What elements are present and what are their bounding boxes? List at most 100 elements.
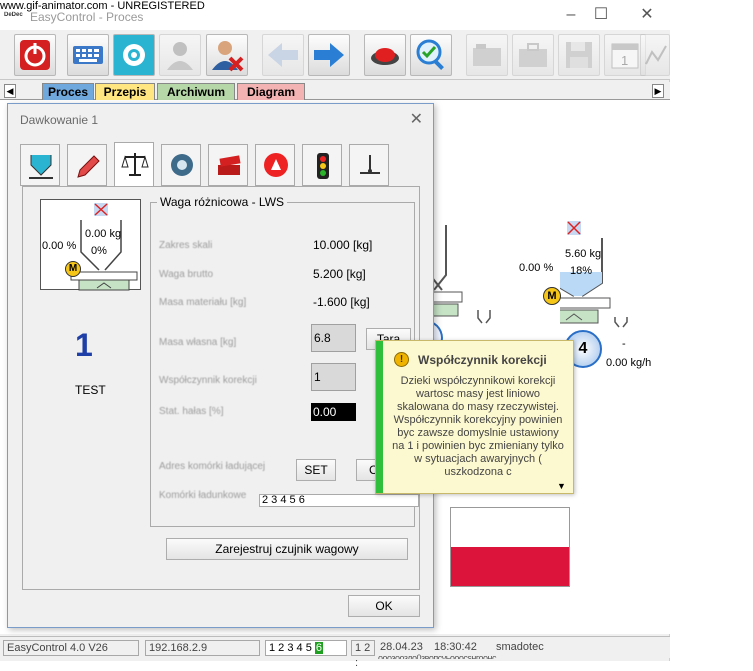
set-button[interactable]: SET — [296, 459, 336, 481]
status-garbled-text: ооозооздо0звопсуьооосsнгоонс — [378, 654, 496, 659]
briefcase-button[interactable] — [512, 34, 554, 76]
load-cells-label: Komórki ładunkowe — [159, 490, 247, 501]
keyboard-icon — [73, 46, 103, 64]
polish-flag — [450, 507, 570, 587]
open-button[interactable] — [466, 34, 508, 76]
material-mass-value: -1.600 [kg] — [313, 295, 370, 309]
main-tabs: ◀ Proces Przepis Archiwum Diagram ▶ — [0, 82, 670, 100]
tooltip-accent-bar — [376, 341, 383, 493]
briefcase-icon — [519, 43, 547, 67]
forward-button[interactable] — [308, 34, 350, 76]
status-cells-list: 1 2 3 4 5 — [269, 642, 312, 654]
scale-pictogram: 0.00 % 0.00 kg 0% M — [40, 199, 141, 291]
settings-button[interactable] — [113, 34, 155, 76]
svg-text:1: 1 — [621, 53, 628, 68]
unit4-percent: 0.00 % — [519, 262, 554, 274]
close-icon[interactable]: ✕ — [632, 4, 662, 26]
user-remove-button[interactable] — [206, 34, 248, 76]
scale-percent: 0.00 % — [42, 240, 77, 252]
tab-przepis[interactable]: Przepis — [95, 83, 155, 100]
flag-white-stripe — [451, 508, 569, 547]
user-icon — [167, 42, 193, 70]
status-version: EasyControl 4.0 V26 — [3, 640, 139, 656]
save-button[interactable] — [558, 34, 600, 76]
chart-button[interactable] — [640, 34, 670, 76]
lws-group-title: Waga różnicowa - LWS — [157, 195, 288, 209]
tare-label: Masa własna [kg] — [159, 337, 237, 348]
noise-field[interactable]: 0.00 — [311, 403, 356, 421]
noise-label: Stat. hałas [%] — [159, 406, 224, 417]
tab-archiwum[interactable]: Archiwum — [157, 83, 235, 100]
window-title: EasyControl - Proces — [30, 10, 144, 24]
tab-hopper[interactable] — [20, 144, 60, 186]
balance-icon — [360, 155, 380, 174]
record-icon — [371, 48, 399, 65]
info-tooltip: ! Współczynnik korekcji Dzieki współczyn… — [375, 340, 574, 494]
search-check-button[interactable] — [410, 34, 452, 76]
dialog-body: 0.00 % 0.00 kg 0% M 1 TEST Waga różnicow… — [22, 186, 420, 590]
tare-field[interactable]: 6.8 — [311, 324, 356, 352]
traffic-light-icon — [317, 153, 329, 179]
warning-icon: ! — [394, 352, 409, 367]
correction-coefficient-field[interactable]: 1 — [311, 363, 356, 391]
watermark-text: www.gif-animator.com - UNREGISTERED — [0, 0, 205, 12]
search-check-icon — [416, 39, 444, 70]
unit4-flow: 0.00 kg/h — [606, 357, 652, 369]
scales-icon — [121, 153, 149, 176]
maximize-icon[interactable]: ☐ — [586, 4, 616, 26]
load-cells-field[interactable]: 2 3 4 5 6 — [259, 494, 419, 507]
tab-books[interactable] — [208, 144, 248, 186]
record-button[interactable] — [364, 34, 406, 76]
tab-pencil[interactable] — [67, 144, 107, 186]
books-icon — [218, 155, 241, 175]
tab-balance[interactable] — [349, 144, 389, 186]
status-cell-active: 6 — [314, 642, 324, 654]
material-mass-label: Masa materiału [kg] — [159, 297, 247, 308]
status-cells: 1 2 3 4 5 6 — [265, 640, 347, 656]
status-bar: EasyControl 4.0 V26 192.168.2.9 1 2 3 4 … — [0, 636, 670, 669]
scale-number: 1 — [75, 327, 93, 363]
minimize-icon[interactable]: – — [556, 4, 586, 26]
scale-fill: 0% — [91, 245, 107, 257]
tab-traffic-light[interactable] — [302, 144, 342, 186]
save-icon — [566, 42, 592, 68]
user-remove-icon — [212, 41, 244, 72]
keyboard-button[interactable] — [67, 34, 109, 76]
tabs-scroll-right-icon[interactable]: ▶ — [652, 84, 664, 98]
range-label: Zakres skali — [159, 240, 213, 251]
power-icon — [20, 40, 50, 70]
back-button[interactable] — [262, 34, 304, 76]
pencil-icon — [77, 155, 100, 178]
alarm-icon — [264, 153, 288, 177]
tab-proces[interactable]: Proces — [42, 83, 94, 100]
power-button[interactable] — [14, 34, 56, 76]
motor-indicator: M — [65, 261, 81, 277]
range-value: 10.000 [kg] — [313, 238, 373, 252]
ok-button[interactable]: OK — [348, 595, 420, 617]
status-field: 1 2 : — [351, 640, 375, 669]
motor-indicator-4: M — [543, 287, 561, 305]
tab-scales[interactable] — [114, 142, 154, 188]
correction-coefficient-label: Współczynnik korekcji — [159, 375, 257, 386]
gross-weight-value: 5.200 [kg] — [313, 267, 366, 281]
tooltip-scroll-down-icon[interactable]: ▼ — [557, 481, 566, 491]
dosing-dialog: Dawkowanie 1 ✕ 0.00 % 0.00 kg 0% M 1 TES… — [7, 103, 434, 628]
tab-alarm[interactable] — [255, 144, 295, 186]
app-window: DeDec EasyControl - Proces – ☐ ✕ www.gif… — [0, 0, 670, 669]
open-folder-icon — [473, 44, 501, 66]
unit4-fill: 18% — [570, 265, 593, 277]
app-logo: DeDec — [4, 12, 23, 18]
dialog-close-icon[interactable]: ✕ — [410, 109, 423, 129]
tab-diagram[interactable]: Diagram — [237, 83, 305, 100]
user-button[interactable] — [159, 34, 201, 76]
gear-icon — [171, 154, 193, 176]
arrow-right-icon — [314, 43, 344, 67]
tabs-scroll-left-icon[interactable]: ◀ — [4, 84, 16, 98]
chart-icon — [645, 45, 667, 65]
scale-unit-4 — [560, 221, 628, 328]
toolbar: 1 — [0, 30, 670, 80]
tab-gear[interactable] — [161, 144, 201, 186]
register-sensor-button[interactable]: Zarejestruj czujnik wagowy — [166, 538, 408, 560]
hopper-icon — [29, 155, 53, 179]
unit4-flow-dash: - — [622, 338, 626, 350]
